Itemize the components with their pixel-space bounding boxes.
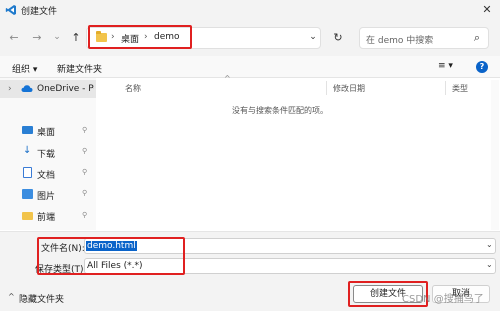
search-input[interactable]: 在 demo 中搜索 (366, 33, 433, 46)
sort-indicator-icon: ^ (224, 74, 231, 83)
sidebar-item-desktop[interactable]: 桌面 (37, 125, 55, 138)
close-button[interactable]: ✕ (478, 2, 496, 18)
view-options-icon[interactable]: ≡ ▾ (438, 61, 453, 71)
help-icon[interactable]: ? (476, 61, 488, 73)
filename-dropdown-icon[interactable]: ⌄ (486, 240, 493, 249)
vscode-icon (5, 5, 16, 15)
sidebar-item-pictures[interactable]: 图片 (37, 189, 55, 202)
search-icon: ⌕ (473, 31, 481, 44)
forward-arrow-icon[interactable]: → (30, 31, 44, 45)
sidebar-item-documents[interactable]: 文档 (37, 168, 55, 181)
column-divider[interactable] (326, 81, 327, 95)
folder-icon (22, 212, 33, 220)
address-highlight-box (88, 25, 192, 49)
sidebar-item-label: OneDrive - Per (37, 84, 94, 94)
vertical-scrollbar[interactable] (491, 80, 499, 230)
title-bar (0, 0, 500, 20)
column-divider[interactable] (445, 81, 446, 95)
csdn-watermark: CSDN @搜捕鸟了 (402, 294, 484, 305)
collapse-chevron-icon[interactable]: ^ (8, 292, 15, 301)
pictures-icon (22, 189, 33, 199)
cloud-icon (21, 85, 33, 92)
address-dropdown-icon[interactable]: ⌄ (306, 30, 320, 44)
sidebar-item-downloads[interactable]: 下载 (37, 147, 55, 160)
recent-locations-icon[interactable]: ⌄ (50, 30, 64, 44)
pin-icon: ⚲ (82, 168, 88, 176)
download-icon: ↓ (23, 145, 32, 156)
pin-icon: ⚲ (82, 211, 88, 219)
filetype-dropdown-icon[interactable]: ⌄ (486, 260, 493, 269)
refresh-icon[interactable]: ↻ (331, 31, 345, 45)
new-folder-button[interactable]: 新建文件夹 (57, 62, 102, 75)
hide-folders-button[interactable]: 隐藏文件夹 (19, 292, 64, 305)
up-arrow-icon[interactable]: ↑ (69, 31, 83, 45)
expand-chevron-icon[interactable]: › (8, 84, 12, 94)
column-header-date[interactable]: 修改日期 (333, 83, 365, 94)
sidebar-item-frontend[interactable]: 前端 (37, 210, 55, 223)
document-icon (23, 167, 32, 178)
pin-icon: ⚲ (82, 126, 88, 134)
organize-button[interactable]: 组织 ▾ (12, 62, 37, 75)
column-header-name[interactable]: 名称 (125, 83, 141, 94)
pin-icon: ⚲ (82, 147, 88, 155)
back-arrow-icon[interactable]: ← (7, 31, 21, 45)
window-title: 创建文件 (21, 7, 58, 17)
form-highlight-box (37, 237, 185, 275)
column-header-type[interactable]: 类型 (452, 83, 468, 94)
empty-results-message: 没有与搜索条件匹配的项。 (232, 106, 328, 115)
desktop-icon (22, 126, 33, 134)
pin-icon: ⚲ (82, 189, 88, 197)
